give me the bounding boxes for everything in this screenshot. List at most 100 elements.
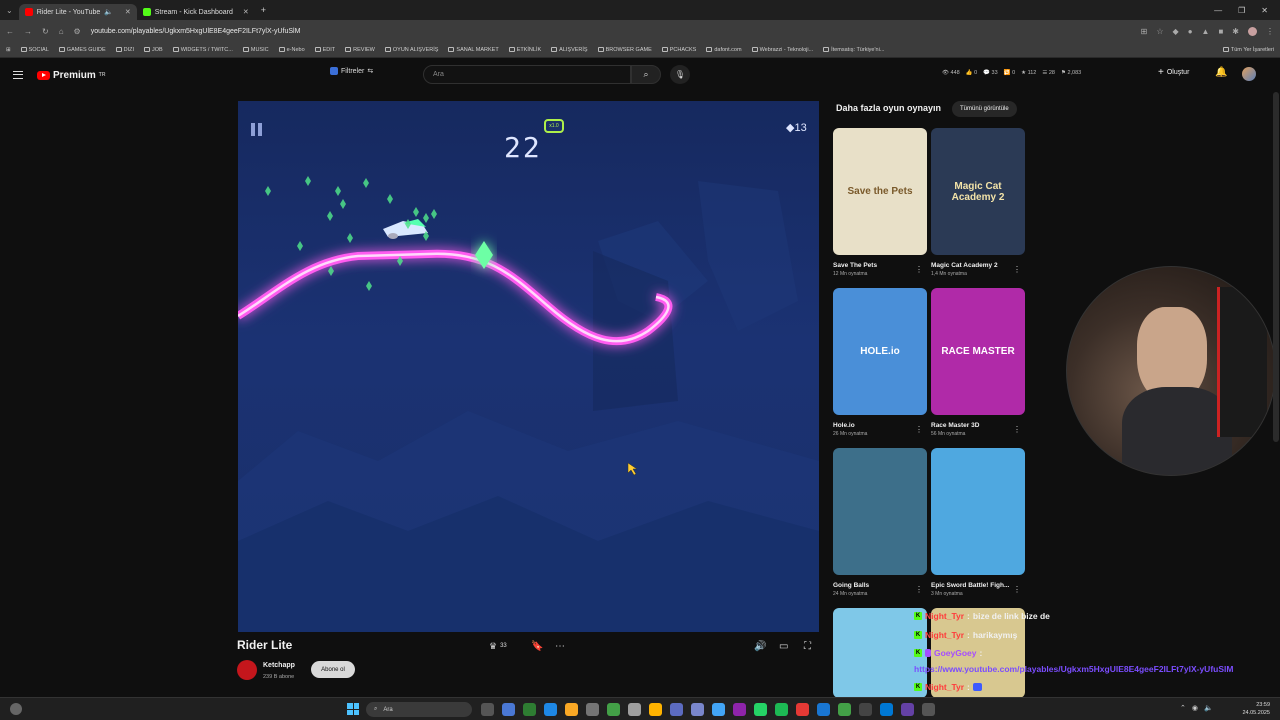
reload-icon[interactable]: ↻ [42, 27, 49, 36]
site-info-icon[interactable]: ⚙ [74, 27, 81, 36]
volume-icon[interactable]: 🔊 [754, 639, 766, 653]
bookmark-item[interactable]: DIZI [115, 47, 134, 53]
app-icon[interactable] [817, 703, 830, 716]
whatsapp-icon[interactable] [754, 703, 767, 716]
search-button[interactable]: ⌕ [631, 65, 661, 84]
forward-icon[interactable]: → [24, 27, 32, 36]
bookmark-item[interactable]: e-Nebo [278, 47, 305, 53]
app-icon[interactable] [922, 703, 935, 716]
bookmark-item[interactable]: EDIT [314, 47, 335, 53]
minimize-icon[interactable]: — [1214, 6, 1222, 15]
bookmark-item[interactable]: OYUN ALIŞVERİŞ [384, 47, 438, 53]
close-tab-icon[interactable]: ✕ [243, 8, 249, 16]
tab-youtube[interactable]: Rider Lite - YouTube 🔈 ✕ [18, 4, 137, 20]
bookmark-item[interactable]: SANAL MARKET [448, 47, 499, 53]
game-canvas[interactable]: 22 x1.0 ◆13 [238, 101, 819, 632]
task-view-icon[interactable] [481, 703, 494, 716]
app-icon[interactable] [880, 703, 893, 716]
subscribe-button[interactable]: Abone ol [311, 661, 355, 678]
start-icon[interactable] [347, 703, 359, 715]
tray-chevron-icon[interactable]: ⌃ [1180, 704, 1186, 712]
game-card[interactable]: Magic Cat Academy 2 Magic Cat Academy 2 1,… [931, 128, 1025, 277]
filters-button[interactable]: Filtreler ⇆ [330, 67, 373, 75]
app-icon[interactable] [670, 703, 683, 716]
bookmark-item[interactable]: dafont.com [706, 47, 742, 53]
maximize-icon[interactable]: ❐ [1238, 6, 1245, 15]
bookmark-item[interactable]: İtemsatış: Türkiye'ni... [823, 47, 884, 53]
app-icon[interactable] [544, 703, 557, 716]
extension-icon[interactable]: ▲ [1202, 27, 1210, 36]
menu-icon[interactable] [13, 71, 23, 79]
more-options-icon[interactable]: ⋮ [915, 425, 923, 434]
more-options-icon[interactable]: ⋮ [1013, 585, 1021, 594]
youtube-logo[interactable]: Premium TR [37, 70, 105, 81]
close-window-icon[interactable]: ✕ [1261, 6, 1268, 15]
bookmark-item[interactable]: GAMES GUIDE [58, 47, 106, 53]
url-text[interactable]: youtube.com/playables/Ugkxm5HxgUlE8E4gee… [91, 28, 301, 35]
tab-kick[interactable]: Stream - Kick Dashboard ✕ [137, 4, 255, 20]
folder-icon[interactable] [649, 703, 662, 716]
new-tab-icon[interactable]: + [261, 5, 266, 15]
store-icon[interactable] [502, 703, 515, 716]
apps-grid-icon[interactable]: ⊞ [6, 47, 11, 53]
voice-search-icon[interactable]: 🎙 [670, 65, 690, 84]
pause-icon[interactable] [250, 123, 264, 137]
spotify-icon[interactable] [775, 703, 788, 716]
extension-icon[interactable]: ● [1188, 27, 1193, 36]
chat-link[interactable]: https://www.youtube.com/playables/Ugkxm5… [914, 663, 1259, 675]
avatar[interactable] [1242, 67, 1256, 81]
channel-avatar[interactable] [237, 660, 257, 680]
create-button[interactable]: + Oluştur [1158, 67, 1189, 78]
app-icon[interactable] [712, 703, 725, 716]
more-options-icon[interactable]: ⋮ [915, 265, 923, 274]
install-icon[interactable]: ⊞ [1141, 27, 1148, 36]
theater-mode-icon[interactable]: ▭ [779, 639, 788, 653]
search-input[interactable]: Ara [423, 65, 631, 84]
bookmark-item[interactable]: BROWSER GAME [597, 47, 652, 53]
channel-name[interactable]: Ketchapp [263, 662, 295, 669]
bookmark-item[interactable]: WIDGETS / TWITC... [172, 47, 233, 53]
bookmark-item[interactable]: MUSIC [242, 47, 269, 53]
bookmark-item[interactable]: PCHACKS [661, 47, 696, 53]
game-card[interactable]: HOLE.io Hole.io 26 Mn oynatma ⋮ [833, 288, 927, 437]
save-bookmark-icon[interactable]: 🔖 [531, 639, 543, 653]
page-scrollbar[interactable] [1273, 92, 1279, 442]
fullscreen-icon[interactable]: ⛶ [804, 639, 811, 653]
taskbar-clock[interactable]: 23:59 24.05.2025 [1242, 701, 1270, 717]
extensions-puzzle-icon[interactable]: ✱ [1232, 27, 1239, 36]
tab-menu-icon[interactable]: ⌄ [6, 6, 13, 15]
game-card[interactable]: Epic Sword Battle! Figh... 3 Mn oynatma ⋮ [931, 448, 1025, 597]
more-options-icon[interactable]: ⋮ [1013, 425, 1021, 434]
chrome-icon[interactable] [796, 703, 809, 716]
app-icon[interactable] [607, 703, 620, 716]
game-card[interactable]: Going Balls 24 Mn oynatma ⋮ [833, 448, 927, 597]
like-button[interactable]: ♛ 33 [489, 639, 507, 653]
app-icon[interactable] [586, 703, 599, 716]
more-menu-icon[interactable]: ⋮ [1266, 27, 1274, 36]
app-icon[interactable] [691, 703, 704, 716]
xbox-icon[interactable] [838, 703, 851, 716]
app-icon[interactable] [901, 703, 914, 716]
more-options-icon[interactable]: ⋮ [915, 585, 923, 594]
back-icon[interactable]: ← [6, 27, 14, 36]
extension-icon[interactable]: ■ [1218, 27, 1223, 36]
bookmark-item[interactable]: REVIEW [345, 47, 375, 53]
bookmark-item[interactable]: ETKİNLİK [508, 47, 541, 53]
profile-icon[interactable] [1248, 26, 1257, 36]
game-card[interactable]: RACE MASTER Race Master 3D 56 Mn oynatma ⋮ [931, 288, 1025, 437]
bookmark-item[interactable]: Webrazzi - Teknoloji... [751, 47, 813, 53]
extension-icon[interactable]: ◆ [1173, 27, 1179, 36]
more-options-icon[interactable]: ⋯ [555, 639, 565, 653]
app-icon[interactable] [523, 703, 536, 716]
bookmark-item[interactable]: JOB [144, 47, 163, 53]
taskbar-search-input[interactable]: ⌕ Ara [366, 702, 472, 717]
bookmark-item[interactable]: ALIŞVERİŞ [551, 47, 588, 53]
game-card[interactable] [833, 608, 927, 698]
more-options-icon[interactable]: ⋮ [1013, 265, 1021, 274]
settings-icon[interactable] [628, 703, 641, 716]
notifications-bell-icon[interactable]: 🔔 [1215, 67, 1227, 78]
file-explorer-icon[interactable] [565, 703, 578, 716]
volume-tray-icon[interactable]: 🔈 [1204, 704, 1213, 712]
game-card[interactable]: Save the Pets Save The Pets 12 Mn oynatma ⋮ [833, 128, 927, 277]
see-all-button[interactable]: Tümünü görüntüle [952, 101, 1017, 117]
